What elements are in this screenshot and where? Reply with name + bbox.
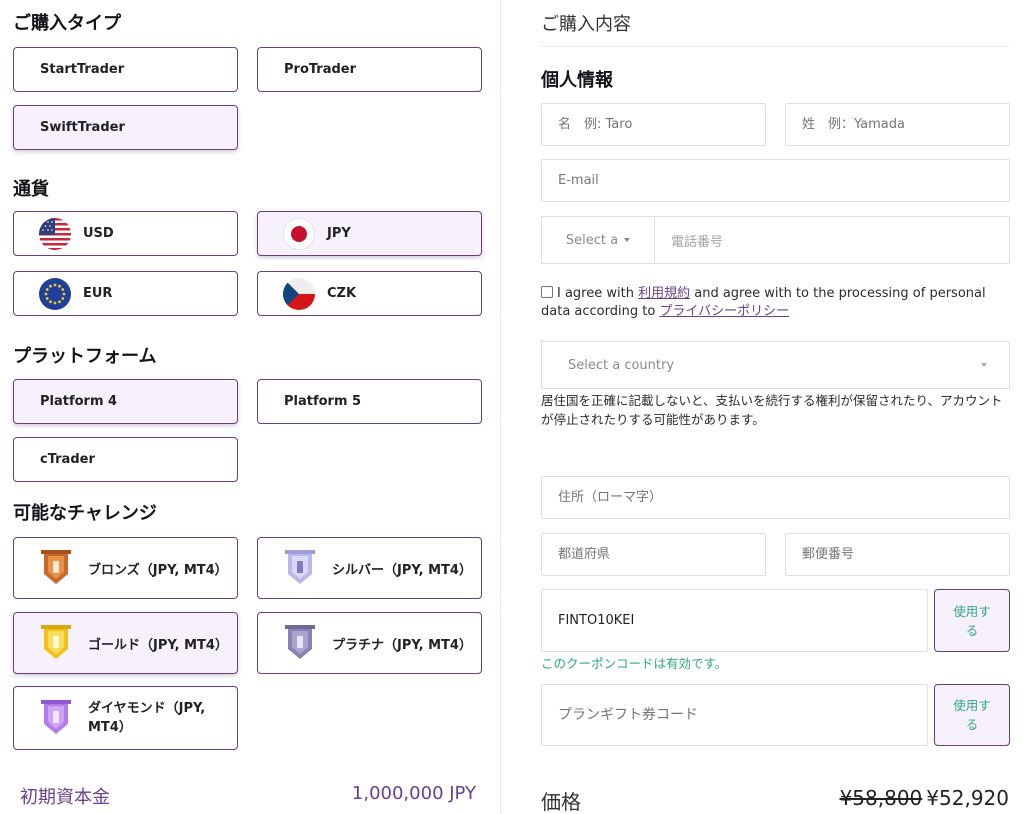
privacy-policy-link[interactable]: プライバシーポリシー bbox=[659, 304, 789, 319]
diamond-badge-icon bbox=[41, 700, 71, 734]
first-name-input[interactable] bbox=[558, 117, 765, 132]
phone-input[interactable]: 電話番号 bbox=[655, 217, 1009, 263]
platform-4-option[interactable]: Platform 4 bbox=[13, 379, 238, 424]
challenge-label: ブロンズ（JPY, MT4） bbox=[88, 562, 228, 578]
currency-label: EUR bbox=[83, 286, 113, 301]
postal-code-input[interactable] bbox=[802, 547, 1009, 562]
country-select[interactable]: Select a country bbox=[541, 341, 1010, 389]
challenge-diamond[interactable]: ダイヤモンド（JPY, MT4） bbox=[13, 686, 238, 750]
address-input[interactable] bbox=[558, 490, 1009, 505]
country-warning-note: 居住国を正確に記載しないと、支払いを続行する権利が保留されたり、アカウントが停止… bbox=[541, 393, 1003, 427]
platform-5-option[interactable]: Platform 5 bbox=[257, 379, 482, 424]
currency-label: CZK bbox=[327, 286, 357, 301]
currency-usd[interactable]: USD bbox=[13, 211, 238, 256]
option-swifttrader[interactable]: SwiftTrader bbox=[13, 105, 238, 150]
challenge-bronze[interactable]: ブロンズ（JPY, MT4） bbox=[13, 537, 238, 599]
plan-selector: ご購入タイプ StartTrader ProTrader SwiftTrader… bbox=[0, 0, 500, 814]
currency-eur[interactable]: EUR bbox=[13, 271, 238, 316]
phone-field: Select a 電話番号 bbox=[541, 216, 1010, 264]
personal-info-title: 個人情報 bbox=[541, 70, 613, 91]
challenge-label: ダイヤモンド（JPY, MT4） bbox=[88, 701, 206, 735]
currency-label: JPY bbox=[327, 226, 351, 241]
divider bbox=[541, 46, 1009, 47]
checkout-form: ご購入内容 個人情報 Select a 電話番号 I agree with 利用… bbox=[501, 0, 1023, 814]
country-code-select[interactable]: Select a bbox=[542, 217, 655, 263]
currency-label: USD bbox=[83, 226, 114, 241]
agree-prefix: I agree with bbox=[557, 286, 639, 301]
silver-badge-icon bbox=[285, 550, 315, 584]
price-label: 価格 bbox=[541, 790, 581, 814]
eu-flag-icon bbox=[39, 277, 71, 310]
challenge-platinum[interactable]: プラチナ（JPY, MT4） bbox=[257, 612, 482, 674]
option-protrader[interactable]: ProTrader bbox=[257, 47, 482, 92]
terms-link[interactable]: 利用規約 bbox=[638, 286, 690, 301]
gift-code-input[interactable] bbox=[558, 707, 927, 723]
discounted-price: ¥52,920 bbox=[926, 786, 1009, 810]
country-code-label: Select a bbox=[565, 232, 619, 248]
apply-gift-label: 使用する bbox=[953, 698, 991, 732]
option-label: Platform 4 bbox=[40, 394, 118, 409]
price-value: ¥58,800 ¥52,920 bbox=[840, 786, 1009, 810]
apply-gift-button[interactable]: 使用する bbox=[934, 684, 1010, 746]
coupon-value: FINTO10KEI bbox=[558, 613, 635, 628]
phone-placeholder: 電話番号 bbox=[671, 234, 724, 250]
apply-coupon-label: 使用する bbox=[953, 603, 991, 638]
bronze-badge-icon bbox=[41, 550, 71, 584]
challenge-label: シルバー（JPY, MT4） bbox=[332, 562, 472, 578]
chevron-down-icon bbox=[624, 238, 631, 242]
japan-flag-icon bbox=[283, 217, 315, 250]
platform-title: プラットフォーム bbox=[13, 346, 157, 367]
last-name-field[interactable] bbox=[785, 103, 1010, 146]
terms-checkbox[interactable] bbox=[541, 286, 553, 298]
chevron-down-icon bbox=[981, 363, 987, 367]
initial-capital-row: 初期資本金 1,000,000 JPY bbox=[20, 783, 476, 809]
option-label: Platform 5 bbox=[284, 394, 362, 409]
currency-title: 通貨 bbox=[13, 179, 49, 200]
currency-jpy[interactable]: JPY bbox=[257, 211, 482, 256]
currency-czk[interactable]: CZK bbox=[257, 271, 482, 316]
email-field[interactable] bbox=[541, 159, 1010, 202]
purchase-type-title: ご購入タイプ bbox=[13, 13, 121, 34]
challenge-label: プラチナ（JPY, MT4） bbox=[332, 637, 472, 653]
challenge-gold[interactable]: ゴールド（JPY, MT4） bbox=[13, 612, 238, 674]
option-label: ProTrader bbox=[284, 62, 357, 77]
prefecture-field[interactable] bbox=[541, 533, 766, 576]
coupon-valid-message: このクーポンコードは有効です。 bbox=[541, 656, 728, 671]
apply-coupon-button[interactable]: 使用する bbox=[934, 589, 1010, 652]
order-summary-title: ご購入内容 bbox=[541, 14, 631, 35]
ctrader-option[interactable]: cTrader bbox=[13, 437, 238, 482]
challenge-label: ゴールド（JPY, MT4） bbox=[88, 637, 228, 653]
coupon-field[interactable]: FINTO10KEI bbox=[541, 589, 928, 652]
option-label: cTrader bbox=[40, 452, 95, 467]
email-input[interactable] bbox=[558, 173, 1009, 188]
original-price: ¥58,800 bbox=[839, 786, 923, 810]
terms-consent: I agree with 利用規約 and agree with to the … bbox=[541, 285, 1011, 321]
country-select-label: Select a country bbox=[568, 357, 675, 373]
initial-capital-value: 1,000,000 JPY bbox=[351, 783, 476, 804]
prefecture-input[interactable] bbox=[558, 547, 765, 562]
last-name-input[interactable] bbox=[802, 117, 1009, 132]
option-label: SwiftTrader bbox=[40, 120, 125, 135]
challenge-title: 可能なチャレンジ bbox=[13, 503, 157, 524]
platinum-badge-icon bbox=[285, 625, 315, 659]
postal-code-field[interactable] bbox=[785, 533, 1010, 576]
gold-badge-icon bbox=[41, 625, 71, 659]
option-label: StartTrader bbox=[40, 62, 125, 77]
address-field[interactable] bbox=[541, 476, 1010, 519]
czech-flag-icon bbox=[283, 277, 315, 310]
option-starttrader[interactable]: StartTrader bbox=[13, 47, 238, 92]
usa-flag-icon bbox=[39, 217, 71, 250]
first-name-field[interactable] bbox=[541, 103, 766, 146]
initial-capital-label: 初期資本金 bbox=[20, 787, 110, 808]
challenge-silver[interactable]: シルバー（JPY, MT4） bbox=[257, 537, 482, 599]
gift-code-field[interactable] bbox=[541, 684, 928, 746]
